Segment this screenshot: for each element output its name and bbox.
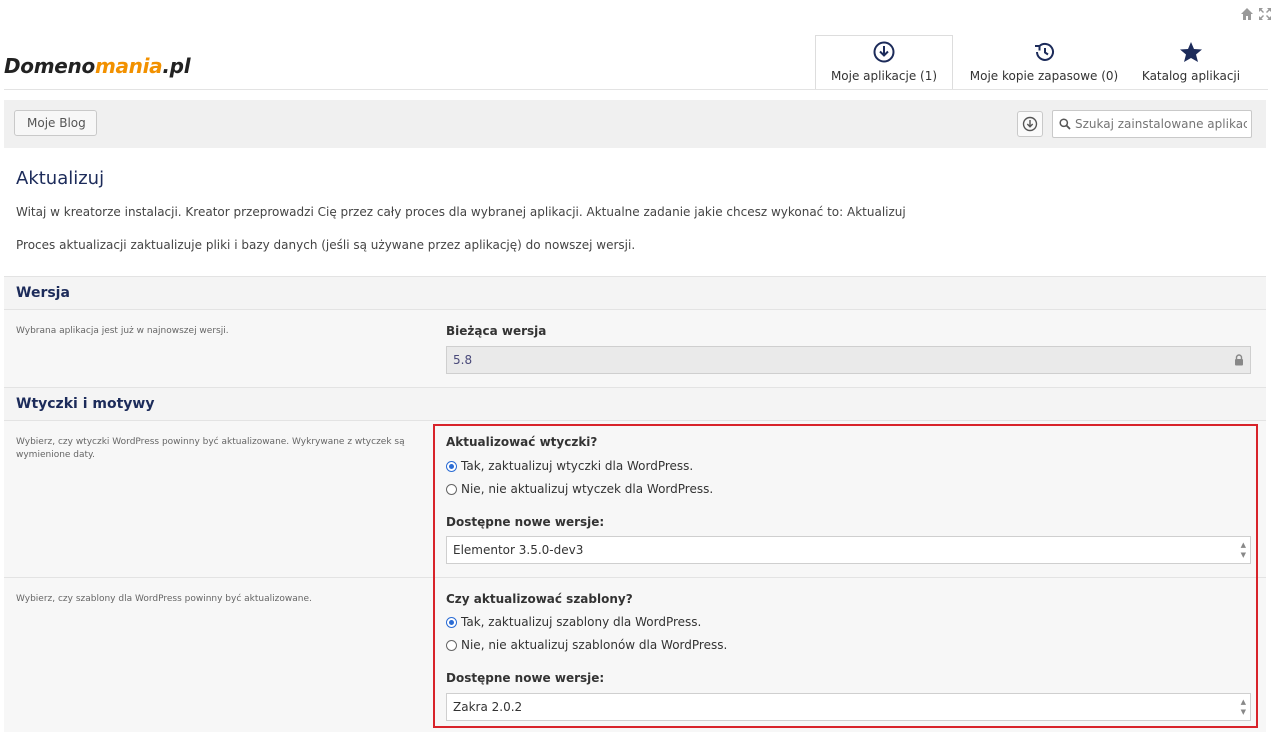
star-icon bbox=[1180, 42, 1202, 62]
download-circle-icon bbox=[1022, 116, 1038, 132]
intro-text: Witaj w kreatorze instalacji. Kreator pr… bbox=[16, 205, 906, 219]
plugins-versions-value: Elementor 3.5.0-dev3 bbox=[453, 543, 584, 557]
version-description: Wybrana aplikacja jest już w najnowszej … bbox=[16, 326, 229, 336]
plugins-versions-label: Dostępne nowe wersje: bbox=[446, 515, 605, 529]
radio-unchecked[interactable] bbox=[446, 483, 457, 495]
radio-checked[interactable] bbox=[446, 460, 457, 472]
themes-question: Czy aktualizować szablony? bbox=[446, 592, 633, 606]
themes-versions-label: Dostępne nowe wersje: bbox=[446, 671, 605, 685]
themes-update-yes-label: Tak, zaktualizuj szablony dla WordPress. bbox=[461, 615, 702, 629]
tab-app-catalog[interactable]: Katalog aplikacji bbox=[1135, 35, 1247, 89]
section-heading-plugins-themes: Wtyczki i motywy bbox=[4, 387, 1266, 421]
expand-icon[interactable] bbox=[1258, 6, 1272, 20]
radio-checked[interactable] bbox=[446, 616, 457, 628]
back-button-label: Moje Blog bbox=[27, 116, 86, 130]
search-input[interactable] bbox=[1075, 117, 1247, 131]
themes-versions-value: Zakra 2.0.2 bbox=[453, 700, 523, 714]
download-button[interactable] bbox=[1017, 111, 1043, 137]
themes-update-no[interactable]: Nie, nie aktualizuj szablonów dla WordPr… bbox=[446, 638, 727, 652]
scroll-arrows-icon[interactable]: ▲ ▼ bbox=[1241, 540, 1246, 560]
tab-my-backups[interactable]: Moje kopie zapasowe (0) bbox=[953, 35, 1135, 89]
breadcrumb-back-button[interactable]: Moje Blog bbox=[14, 110, 97, 136]
themes-versions-list[interactable]: Zakra 2.0.2 ▲ ▼ bbox=[446, 693, 1251, 721]
toolbar: Moje Blog bbox=[4, 100, 1266, 148]
themes-update-no-label: Nie, nie aktualizuj szablonów dla WordPr… bbox=[461, 638, 728, 652]
themes-update-yes[interactable]: Tak, zaktualizuj szablony dla WordPress. bbox=[446, 615, 701, 629]
radio-unchecked[interactable] bbox=[446, 639, 457, 651]
search-box[interactable] bbox=[1052, 110, 1252, 138]
tab-my-apps-label: Moje aplikacje (1) bbox=[830, 69, 938, 83]
home-icon[interactable] bbox=[1240, 6, 1254, 20]
page-title: Aktualizuj bbox=[16, 168, 105, 189]
search-icon bbox=[1059, 118, 1071, 130]
description-text: Proces aktualizacji zaktualizuje pliki i… bbox=[16, 238, 636, 252]
plugins-update-no[interactable]: Nie, nie aktualizuj wtyczek dla WordPres… bbox=[446, 482, 713, 496]
plugins-description: Wybierz, czy wtyczki WordPress powinny b… bbox=[16, 437, 405, 460]
tab-my-apps[interactable]: Moje aplikacje (1) bbox=[815, 35, 953, 89]
current-version-field: 5.8 bbox=[446, 346, 1251, 374]
plugins-question: Aktualizować wtyczki? bbox=[446, 435, 598, 449]
logo-text-2: mania bbox=[94, 54, 163, 78]
plugins-versions-list[interactable]: Elementor 3.5.0-dev3 ▲ ▼ bbox=[446, 536, 1251, 564]
tab-app-catalog-label: Katalog aplikacji bbox=[1141, 69, 1241, 83]
download-circle-icon bbox=[873, 41, 895, 63]
themes-description: Wybierz, czy szablony dla WordPress powi… bbox=[16, 594, 312, 604]
tab-divider bbox=[4, 89, 1268, 90]
history-icon bbox=[1035, 42, 1054, 61]
scroll-arrows-icon[interactable]: ▲ ▼ bbox=[1241, 697, 1246, 717]
tab-my-backups-label: Moje kopie zapasowe (0) bbox=[969, 69, 1119, 83]
plugins-update-yes-label: Tak, zaktualizuj wtyczki dla WordPress. bbox=[461, 459, 694, 473]
current-version-label: Bieżąca wersja bbox=[446, 324, 547, 338]
logo-text-1: Domeno bbox=[4, 54, 95, 78]
plugins-update-no-label: Nie, nie aktualizuj wtyczek dla WordPres… bbox=[461, 482, 714, 496]
lock-icon bbox=[1235, 354, 1243, 366]
row-divider bbox=[4, 577, 1266, 578]
main-tabs: Moje aplikacje (1) Moje kopie zapasowe (… bbox=[815, 35, 1247, 89]
section-heading-version: Wersja bbox=[4, 276, 1266, 310]
plugins-update-yes[interactable]: Tak, zaktualizuj wtyczki dla WordPress. bbox=[446, 459, 693, 473]
logo[interactable]: Domenomania.pl bbox=[4, 54, 191, 78]
window-controls bbox=[1240, 6, 1272, 20]
logo-text-3: .pl bbox=[162, 54, 191, 78]
current-version-value: 5.8 bbox=[453, 353, 473, 367]
